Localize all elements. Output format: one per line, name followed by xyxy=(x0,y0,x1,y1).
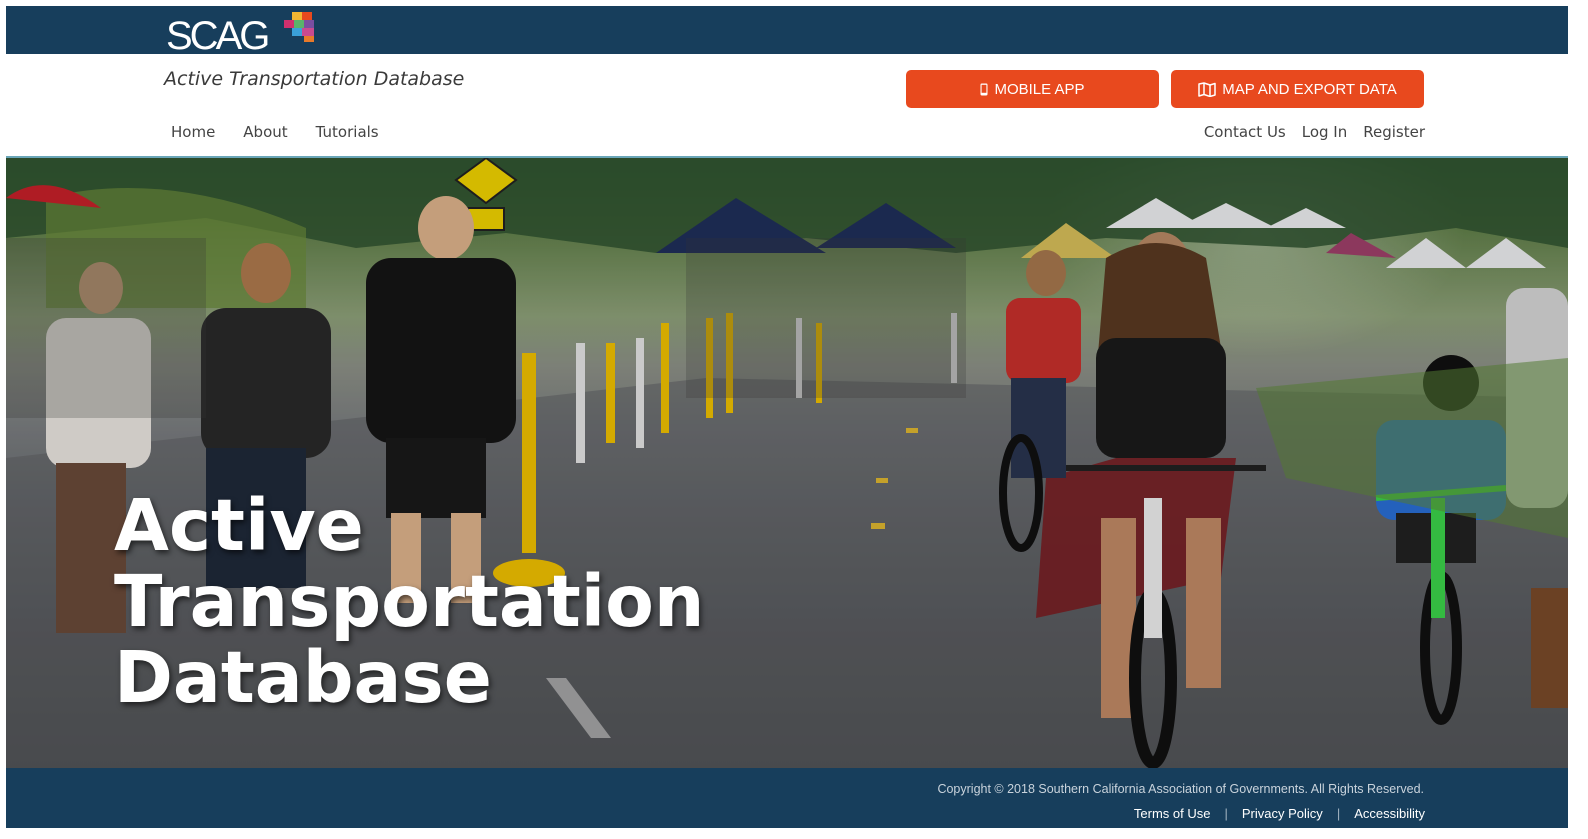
privacy-policy-link[interactable]: Privacy Policy xyxy=(1242,806,1323,821)
footer-separator: | xyxy=(1336,806,1341,821)
account-nav: Contact Us Log In Register xyxy=(1204,123,1425,141)
mobile-phone-icon xyxy=(980,83,988,95)
nav-register[interactable]: Register xyxy=(1363,123,1425,141)
map-export-button[interactable]: MAP AND EXPORT DATA xyxy=(1171,70,1424,108)
nav-about[interactable]: About xyxy=(243,123,287,141)
hero-banner: Active Transportation Database xyxy=(6,158,1568,768)
hero-title-line: Database xyxy=(114,636,492,719)
page: SCAG Active Transportation Database MOBI… xyxy=(6,6,1568,828)
logo-mark-icon xyxy=(284,12,314,42)
site-subtitle: Active Transportation Database xyxy=(164,68,465,90)
footer-separator: | xyxy=(1224,806,1228,821)
hero-title-line: Transportation xyxy=(114,560,705,643)
terms-of-use-link[interactable]: Terms of Use xyxy=(1134,806,1211,821)
nav-tutorials[interactable]: Tutorials xyxy=(316,123,379,141)
top-bar: SCAG xyxy=(6,6,1568,58)
hero-title: Active Transportation Database xyxy=(114,488,704,716)
nav-log-in[interactable]: Log In xyxy=(1302,123,1348,141)
mobile-app-button[interactable]: MOBILE APP xyxy=(906,70,1159,108)
map-icon xyxy=(1198,81,1216,97)
header: Active Transportation Database MOBILE AP… xyxy=(6,54,1568,158)
nav-contact-us[interactable]: Contact Us xyxy=(1204,123,1286,141)
logo-wordmark: SCAG xyxy=(166,14,270,58)
footer-links: Terms of Use | Privacy Policy | Accessib… xyxy=(1134,806,1425,821)
footer: Copyright © 2018 Southern California Ass… xyxy=(6,768,1568,828)
map-export-label: MAP AND EXPORT DATA xyxy=(1222,80,1397,98)
hero-title-line: Active xyxy=(114,484,364,567)
mobile-app-label: MOBILE APP xyxy=(994,80,1085,98)
primary-nav: Home About Tutorials xyxy=(171,123,379,141)
nav-home[interactable]: Home xyxy=(171,123,215,141)
copyright-text: Copyright © 2018 Southern California Ass… xyxy=(937,782,1424,796)
accessibility-link[interactable]: Accessibility xyxy=(1354,806,1425,821)
